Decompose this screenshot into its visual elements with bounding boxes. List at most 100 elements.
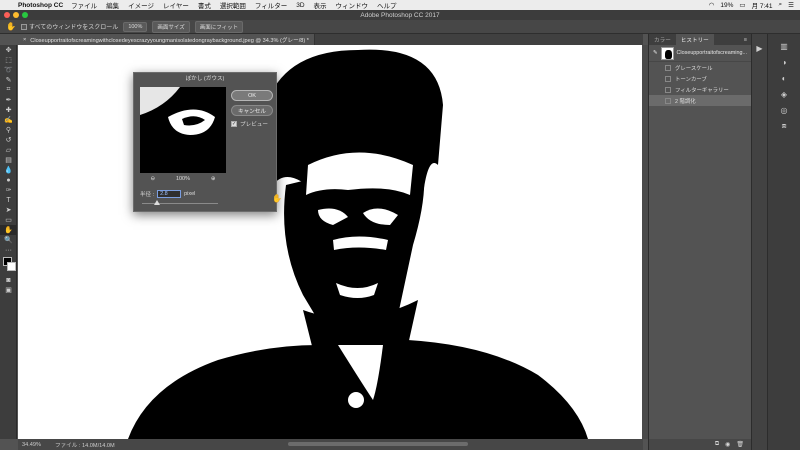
channels-icon[interactable]: ◎ xyxy=(768,102,800,118)
zoom-status[interactable]: 34.49% xyxy=(22,442,41,448)
styles-icon[interactable]: ◐ xyxy=(768,70,800,86)
fit-screen-button[interactable]: 画面サイズ xyxy=(152,20,190,33)
document-canvas[interactable] xyxy=(18,45,643,439)
zoom-tool-icon[interactable]: 🔍 xyxy=(0,235,17,245)
menu-file[interactable]: ファイル xyxy=(71,0,97,10)
mac-menubar: Photoshop CC ファイル 編集 イメージ レイヤー 書式 選択範囲 フ… xyxy=(0,0,800,10)
menu-layer[interactable]: レイヤー xyxy=(163,0,189,10)
marquee-tool-icon[interactable]: ⬚ xyxy=(0,55,17,65)
brush-source-icon[interactable]: ✎ xyxy=(653,50,658,56)
history-step-icon xyxy=(665,97,671,104)
screen-mode-icon[interactable]: ▣ xyxy=(0,285,17,295)
dodge-tool-icon[interactable]: ● xyxy=(0,175,17,185)
close-tab-icon[interactable]: × xyxy=(23,37,26,43)
horizontal-scrollbar[interactable] xyxy=(288,442,468,446)
battery-icon[interactable]: ▭ xyxy=(739,1,745,9)
options-bar: ✋ すべてのウィンドウをスクロール 100% 画面サイズ 画面にフィット xyxy=(0,20,800,34)
window-title: Adobe Photoshop CC 2017 xyxy=(360,11,440,19)
type-tool-icon[interactable]: T xyxy=(0,195,17,205)
history-step-threshold[interactable]: 2 階調化 xyxy=(649,95,751,106)
eyedropper-tool-icon[interactable]: ✒ xyxy=(0,95,17,105)
history-brush-tool-icon[interactable]: ↺ xyxy=(0,135,17,145)
panel-tabs: カラー ヒストリー ≡ xyxy=(649,34,751,45)
document-tab[interactable]: × Closeupportraitofscreamingwithclosedey… xyxy=(18,34,315,45)
canvas-image xyxy=(18,45,643,439)
lasso-tool-icon[interactable]: ➰ xyxy=(0,65,17,75)
menu-help[interactable]: ヘルプ xyxy=(377,0,397,10)
history-step-filter-gallery[interactable]: フィルターギャラリー xyxy=(649,84,751,95)
rectangle-tool-icon[interactable]: ▭ xyxy=(0,215,17,225)
notification-icon[interactable]: ☰ xyxy=(788,1,794,9)
menu-window[interactable]: ウィンドウ xyxy=(336,0,369,10)
history-snapshot[interactable]: ✎ Closeupportraitofscreaming... xyxy=(649,45,751,62)
scroll-all-windows-option[interactable]: すべてのウィンドウをスクロール xyxy=(20,22,118,31)
crop-tool-icon[interactable]: ⌗ xyxy=(0,85,17,95)
history-step-grayscale[interactable]: グレースケール xyxy=(649,62,751,73)
preview-image xyxy=(140,87,226,173)
quick-select-tool-icon[interactable]: ✎ xyxy=(0,75,17,85)
camera-snapshot-icon[interactable]: ◉ xyxy=(725,441,730,448)
menu-filter[interactable]: フィルター xyxy=(255,0,287,10)
tab-history[interactable]: ヒストリー xyxy=(675,34,714,45)
blur-preview[interactable] xyxy=(140,87,226,173)
gradient-tool-icon[interactable]: ▤ xyxy=(0,155,17,165)
menu-view[interactable]: 表示 xyxy=(314,0,327,10)
quick-mask-icon[interactable]: ◙ xyxy=(0,275,17,285)
color-swatches[interactable] xyxy=(0,255,17,275)
menu-image[interactable]: イメージ xyxy=(128,0,154,10)
move-tool-icon[interactable]: ✥ xyxy=(0,45,17,55)
slider-knob[interactable] xyxy=(154,200,160,205)
radius-row: 半径 : pixel xyxy=(140,190,195,198)
cancel-button[interactable]: キャンセル xyxy=(231,105,273,116)
close-window-button[interactable] xyxy=(4,12,10,18)
trash-icon[interactable]: 🗑 xyxy=(736,441,744,448)
menu-edit[interactable]: 編集 xyxy=(106,0,119,10)
libraries-icon[interactable]: ▥ xyxy=(768,38,800,54)
search-icon[interactable]: ⌕ xyxy=(779,1,783,9)
ok-button[interactable]: OK xyxy=(231,90,273,101)
radius-input[interactable] xyxy=(157,190,182,198)
fill-screen-button[interactable]: 画面にフィット xyxy=(194,20,244,33)
zoom-out-icon[interactable]: ⊖ xyxy=(150,176,155,182)
pen-tool-icon[interactable]: ✑ xyxy=(0,185,17,195)
layers-icon[interactable]: ◈ xyxy=(768,86,800,102)
wifi-icon[interactable]: ◠ xyxy=(709,1,715,9)
radius-unit: pixel xyxy=(184,191,196,197)
play-icon[interactable]: ▶ xyxy=(752,40,767,56)
paths-icon[interactable]: ⧈ xyxy=(768,118,800,134)
app-menu[interactable]: Photoshop CC xyxy=(18,2,63,9)
healing-tool-icon[interactable]: ✚ xyxy=(0,105,17,115)
menu-type[interactable]: 書式 xyxy=(198,0,211,10)
history-panel: カラー ヒストリー ≡ ✎ Closeupportraitofscreaming… xyxy=(648,34,752,450)
radius-label: 半径 : xyxy=(140,192,155,198)
more-tools-icon[interactable]: ··· xyxy=(0,245,17,255)
snapshot-name: Closeupportraitofscreaming... xyxy=(676,50,747,56)
hand-tool-icon[interactable]: ✋ xyxy=(6,22,16,31)
tab-color[interactable]: カラー xyxy=(649,34,676,45)
tools-panel: ✥ ⬚ ➰ ✎ ⌗ ✒ ✚ ✍ ⚲ ↺ ▱ ▤ 💧 ● ✑ T ➤ ▭ ✋ 🔍 … xyxy=(0,45,17,439)
new-document-from-state-icon[interactable]: ⧉ xyxy=(715,441,719,448)
preview-zoom-value: 100% xyxy=(175,176,191,182)
zoom-in-icon[interactable]: ⊕ xyxy=(211,176,216,182)
path-select-tool-icon[interactable]: ➤ xyxy=(0,205,17,215)
panel-footer: ⧉ ◉ 🗑 xyxy=(649,439,752,450)
checkbox-checked-icon[interactable]: ✓ xyxy=(231,121,237,127)
preview-checkbox[interactable]: ✓ プレビュー xyxy=(231,120,268,128)
radius-slider[interactable] xyxy=(142,200,218,205)
zoom-window-button[interactable] xyxy=(22,12,28,18)
history-step-curves[interactable]: トーンカーブ xyxy=(649,73,751,84)
document-tabbar: × Closeupportraitofscreamingwithclosedey… xyxy=(18,34,643,45)
menu-3d[interactable]: 3D xyxy=(296,2,304,9)
adjustments-icon[interactable]: ◑ xyxy=(768,54,800,70)
blur-tool-icon[interactable]: 💧 xyxy=(0,165,17,175)
minimize-window-button[interactable] xyxy=(13,12,19,18)
panel-menu-icon[interactable]: ≡ xyxy=(744,37,751,43)
eraser-tool-icon[interactable]: ▱ xyxy=(0,145,17,155)
dialog-title: ぼかし (ガウス) xyxy=(185,76,225,82)
stamp-tool-icon[interactable]: ⚲ xyxy=(0,125,17,135)
menu-select[interactable]: 選択範囲 xyxy=(220,0,246,10)
clock[interactable]: 月 7:41 xyxy=(752,0,773,10)
zoom-100-button[interactable]: 100% xyxy=(123,21,148,32)
hand-tool-icon[interactable]: ✋ xyxy=(0,225,17,235)
brush-tool-icon[interactable]: ✍ xyxy=(0,115,17,125)
